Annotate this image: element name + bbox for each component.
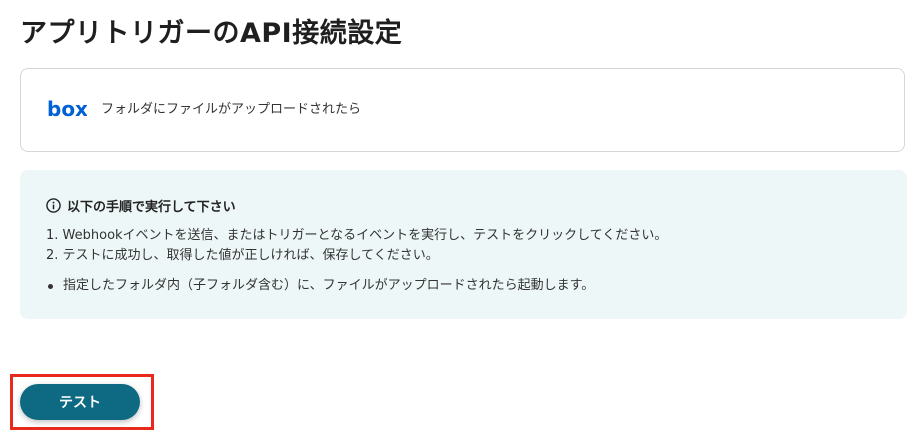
box-logo: box [47, 99, 87, 121]
svg-text:box: box [47, 99, 87, 121]
bullet-icon [48, 283, 53, 289]
note-item: 指定したフォルダ内（子フォルダ含む）に、ファイルがアップロードされたら起動します… [46, 276, 594, 296]
steps-list: 1. Webhookイベントを送信、またはトリガーとなるイベントを実行し、テスト… [46, 226, 667, 266]
instructions-heading: 以下の手順で実行して下さい [67, 200, 236, 215]
instructions-panel: 以下の手順で実行して下さい 1. Webhookイベントを送信、またはトリガーと… [20, 170, 907, 319]
info-icon [46, 198, 61, 213]
note-text: 指定したフォルダ内（子フォルダ含む）に、ファイルがアップロードされたら起動します… [63, 278, 595, 293]
step-item: 2. テストに成功し、取得した値が正しければ、保存してください。 [46, 248, 439, 263]
notes-list: 指定したフォルダ内（子フォルダ含む）に、ファイルがアップロードされたら起動します… [46, 276, 594, 296]
instructions-header: 以下の手順で実行して下さい [46, 196, 236, 215]
trigger-card: box フォルダにファイルがアップロードされたら [20, 68, 905, 152]
test-button[interactable]: テスト [20, 384, 140, 420]
trigger-label: フォルダにファイルがアップロードされたら [101, 102, 362, 117]
page-title: アプリトリガーのAPI接続設定 [20, 18, 403, 49]
step-item: 1. Webhookイベントを送信、またはトリガーとなるイベントを実行し、テスト… [46, 228, 668, 243]
